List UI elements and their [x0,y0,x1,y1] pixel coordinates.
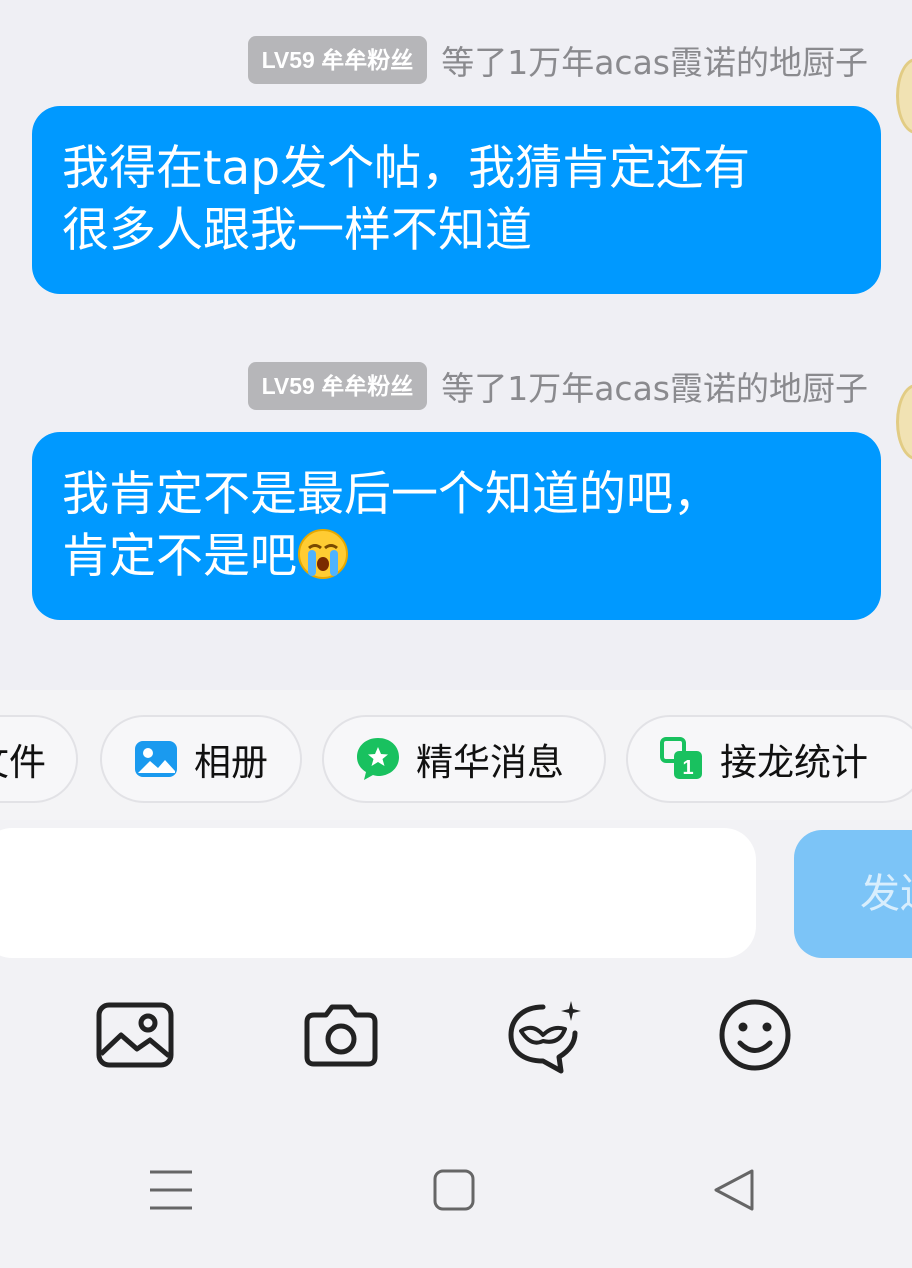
sticker-button[interactable] [500,990,590,1080]
message-input[interactable] [0,828,756,958]
crying-face-icon [298,529,348,579]
chip-essence-message[interactable]: 精华消息 [322,715,606,803]
input-toolbar [0,990,912,1080]
send-button[interactable]: 发送 [794,830,912,958]
sender-meta: LV59 牟牟粉丝 等了1万年acas霞诺的地厨子 [247,362,868,410]
chat-screen: LV59 牟牟粉丝 等了1万年acas霞诺的地厨子 我得在tap发个帖，我猜肯定… [0,0,912,1268]
camera-icon [304,1004,378,1067]
message-bubble[interactable]: 我得在tap发个帖，我猜肯定还有 很多人跟我一样不知道 [32,106,881,294]
home-button[interactable] [424,1160,484,1220]
message-text-line: 我肯定不是最后一个知道的吧， [62,467,720,522]
message-text-line: 很多人跟我一样不知道 [62,203,532,258]
sender-nickname[interactable]: 等了1万年acas霞诺的地厨子 [441,362,868,410]
svg-text:1: 1 [682,757,693,779]
back-button[interactable] [704,1160,764,1220]
chip-label: 接龙统计 [720,741,868,784]
level-badge: LV59 牟牟粉丝 [247,36,428,84]
avatar[interactable] [896,384,912,460]
chip-label: 精华消息 [416,741,564,784]
image-button[interactable] [90,990,180,1080]
back-icon [714,1169,754,1211]
chip-label: 相册 [194,741,268,784]
sender-meta: LV59 牟牟粉丝 等了1万年acas霞诺的地厨子 [247,36,868,84]
quick-action-bar[interactable]: 文件 相册 精华消息 1 接龙统计 [0,690,912,820]
chip-album[interactable]: 相册 [100,715,302,803]
sticker-icon [508,1001,581,1074]
sender-nickname[interactable]: 等了1万年acas霞诺的地厨子 [441,36,868,84]
emoji-icon [719,999,791,1071]
home-icon [433,1169,475,1211]
avatar[interactable] [896,58,912,134]
image-icon [96,1002,174,1068]
menu-icon [150,1170,192,1210]
chain-stats-icon: 1 [660,737,702,779]
album-icon [135,741,177,777]
chip-label: 文件 [0,741,46,784]
message-bubble[interactable]: 我肯定不是最后一个知道的吧， 肯定不是吧 [32,432,881,620]
message-text-line-wrap: 肯定不是吧 [62,526,851,588]
message-list[interactable]: LV59 牟牟粉丝 等了1万年acas霞诺的地厨子 我得在tap发个帖，我猜肯定… [0,0,912,690]
system-navigation-bar [0,1140,912,1250]
emoji-button[interactable] [710,990,800,1080]
camera-button[interactable] [296,990,386,1080]
chip-file[interactable]: 文件 [0,715,78,803]
message-text-line: 肯定不是吧 [62,529,297,584]
essence-message-icon [357,738,399,780]
message-text-line: 我得在tap发个帖，我猜肯定还有 [62,141,751,196]
level-badge: LV59 牟牟粉丝 [247,362,428,410]
chip-chain-stats[interactable]: 1 接龙统计 [626,715,912,803]
recent-apps-button[interactable] [141,1160,201,1220]
